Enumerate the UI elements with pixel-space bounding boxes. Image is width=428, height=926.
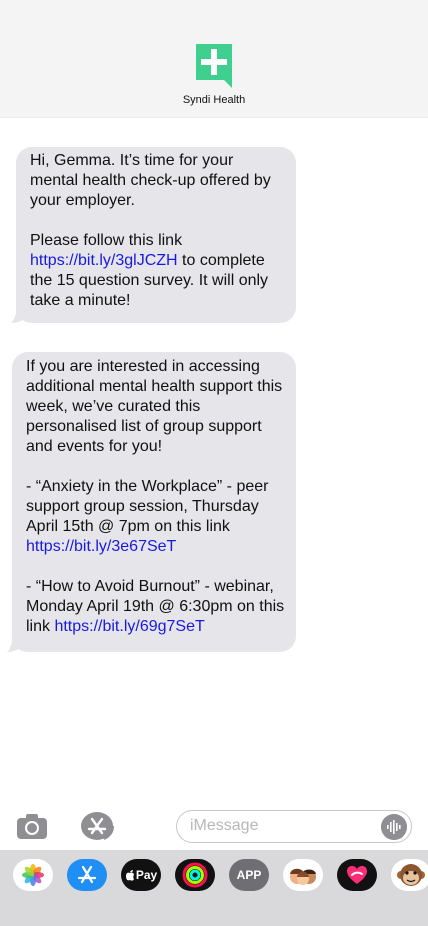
message-2-paragraph-3: - “How to Avoid Burnout” - webinar, Mond… xyxy=(26,577,286,637)
message-1-paragraph-1: Hi, Gemma. It’s time for your mental hea… xyxy=(30,151,284,211)
syndi-health-logo-icon[interactable] xyxy=(196,44,232,88)
conversation-header: Syndi Health xyxy=(0,0,428,118)
composer-bar: iMessage xyxy=(0,800,428,850)
message-bubble-2: If you are interested in accessing addit… xyxy=(7,352,296,652)
camera-icon[interactable] xyxy=(16,812,48,840)
app-clips-icon[interactable]: APP xyxy=(229,859,269,891)
message-2-paragraph-1: If you are interested in accessing addit… xyxy=(26,357,286,457)
anxiety-session-link[interactable]: https://bit.ly/3e67SeT xyxy=(26,538,176,555)
message-text: Please follow this link xyxy=(30,232,183,249)
bubble-tail xyxy=(7,634,23,652)
app-drawer: Pay APP xyxy=(0,850,428,926)
message-bubble-1: Hi, Gemma. It’s time for your mental hea… xyxy=(11,147,296,323)
app-store-icon[interactable] xyxy=(67,859,107,891)
photos-icon[interactable] xyxy=(13,859,53,891)
memoji-icon[interactable] xyxy=(283,859,323,891)
burnout-webinar-link[interactable]: https://bit.ly/69g7SeT xyxy=(54,618,204,635)
apple-pay-icon[interactable]: Pay xyxy=(121,859,161,891)
message-input-placeholder: iMessage xyxy=(190,817,259,834)
message-text: If you are interested in accessing addit… xyxy=(26,358,283,455)
message-input[interactable]: iMessage xyxy=(176,810,412,843)
digital-touch-icon[interactable] xyxy=(337,859,377,891)
bubble-tail xyxy=(11,305,27,323)
app-store-icon[interactable] xyxy=(80,811,116,841)
app-clips-label: APP xyxy=(236,868,262,882)
survey-link[interactable]: https://bit.ly/3glJCZH xyxy=(30,252,178,269)
animoji-monkey-icon[interactable] xyxy=(391,859,428,891)
message-text: - “Anxiety in the Workplace” - peer supp… xyxy=(26,478,269,535)
apple-pay-label: Pay xyxy=(135,868,158,882)
activity-rings-icon[interactable] xyxy=(175,859,215,891)
contact-name[interactable]: Syndi Health xyxy=(0,94,428,106)
message-2-paragraph-2: - “Anxiety in the Workplace” - peer supp… xyxy=(26,477,286,557)
message-text: Hi, Gemma. It’s time for your mental hea… xyxy=(30,152,271,209)
message-1-paragraph-2: Please follow this link https://bit.ly/3… xyxy=(30,231,284,311)
audio-waveform-icon[interactable] xyxy=(381,814,407,840)
